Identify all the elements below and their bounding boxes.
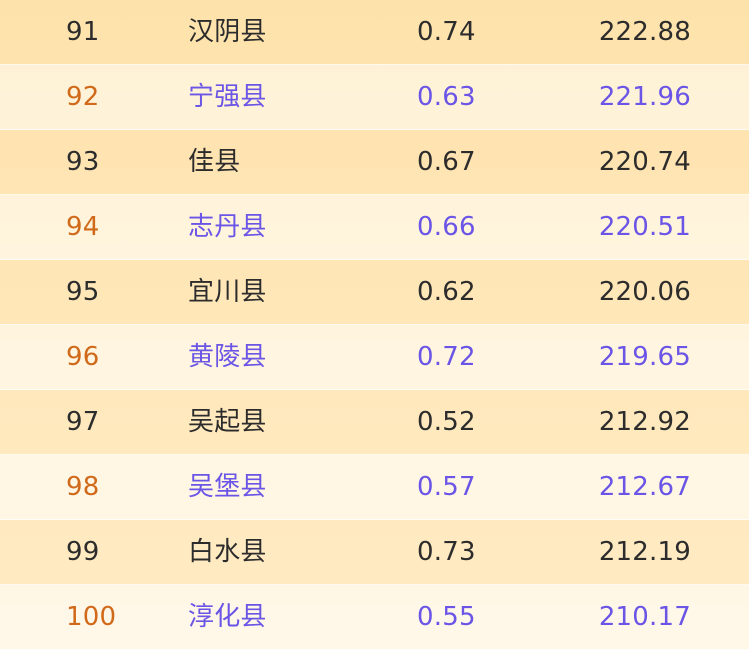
value-cell: 220.74 [598,147,691,177]
value-cell: 222.88 [598,17,691,47]
county-cell: 白水县 [188,537,267,567]
value-cell: 220.51 [598,212,691,242]
ratio-cell: 0.63 [417,82,476,112]
table-row: 100 淳化县 0.55 210.17 [0,585,749,650]
value-cell: 212.67 [598,472,691,502]
ratio-cell: 0.66 [417,212,476,242]
county-cell: 吴堡县 [188,472,267,502]
rank-cell: 91 [66,17,100,47]
ratio-cell: 0.62 [417,277,476,307]
value-cell: 212.92 [598,407,691,437]
table-row: 96 黄陵县 0.72 219.65 [0,325,749,390]
value-cell: 220.06 [598,277,691,307]
county-cell: 淳化县 [188,602,267,632]
table-row: 97 吴起县 0.52 212.92 [0,390,749,455]
rank-cell: 98 [66,472,100,502]
county-cell: 宁强县 [188,82,267,112]
ratio-cell: 0.72 [417,342,476,372]
county-cell: 志丹县 [188,212,267,242]
ratio-cell: 0.67 [417,147,476,177]
county-cell: 汉阴县 [188,17,267,47]
table-row: 98 吴堡县 0.57 212.67 [0,455,749,520]
ratio-cell: 0.57 [417,472,476,502]
rank-cell: 100 [66,602,117,632]
rank-cell: 96 [66,342,100,372]
ratio-cell: 0.74 [417,17,476,47]
county-cell: 佳县 [188,147,241,177]
county-cell: 宜川县 [188,277,267,307]
rank-cell: 97 [66,407,100,437]
ratio-cell: 0.52 [417,407,476,437]
county-cell: 吴起县 [188,407,267,437]
table-row: 95 宜川县 0.62 220.06 [0,260,749,325]
table-row: 99 白水县 0.73 212.19 [0,520,749,585]
table-row: 94 志丹县 0.66 220.51 [0,195,749,260]
value-cell: 219.65 [598,342,691,372]
value-cell: 210.17 [598,602,691,632]
table-row: 91 汉阴县 0.74 222.88 [0,0,749,65]
rank-cell: 99 [66,537,100,567]
county-cell: 黄陵县 [188,342,267,372]
ranking-table: 91 汉阴县 0.74 222.88 92 宁强县 0.63 221.96 93… [0,0,749,650]
value-cell: 212.19 [598,537,691,567]
rank-cell: 93 [66,147,100,177]
rank-cell: 92 [66,82,100,112]
rank-cell: 95 [66,277,100,307]
value-cell: 221.96 [598,82,691,112]
rank-cell: 94 [66,212,100,242]
ratio-cell: 0.73 [417,537,476,567]
table-row: 92 宁强县 0.63 221.96 [0,65,749,130]
ratio-cell: 0.55 [417,602,476,632]
table-row: 93 佳县 0.67 220.74 [0,130,749,195]
